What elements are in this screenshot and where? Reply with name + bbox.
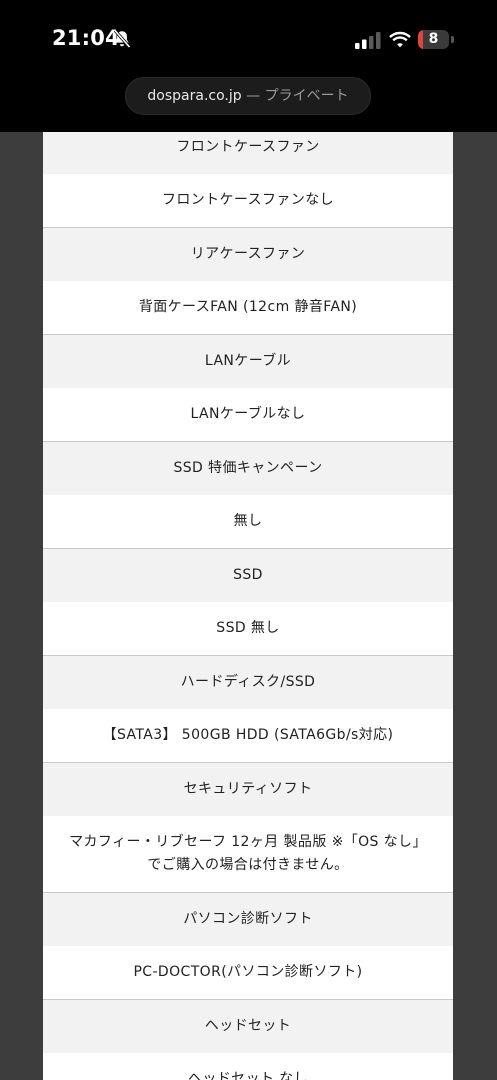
battery-cap — [451, 36, 454, 43]
spec-heading-ssd: SSD — [43, 548, 453, 602]
spec-value-label: LANケーブルなし — [190, 406, 306, 422]
address-bar[interactable]: dospara.co.jp — プライベート — [125, 77, 371, 115]
battery-level-text: 8 — [428, 31, 439, 47]
spec-value-label: PC-DOCTOR(パソコン診断ソフト) — [133, 964, 363, 980]
battery-icon: 8 — [418, 30, 449, 49]
bell-slash-icon — [113, 29, 131, 49]
spec-value-ssd: SSD 無し — [43, 602, 453, 655]
spec-value-front-case-fan: フロントケースファンなし — [43, 174, 453, 227]
address-separator: — — [241, 88, 265, 104]
spec-value-label: 背面ケースFAN (12cm 静音FAN) — [138, 299, 358, 315]
spec-heading-ssd-campaign: SSD 特価キャンペーン — [43, 441, 453, 495]
spec-value-label: マカフィー・リブセーフ 12ヶ月 製品版 ※「OS なし」でご購入の場合は付きま… — [69, 834, 427, 873]
spec-value-label: 【SATA3】 500GB HDD (SATA6Gb/s対応) — [102, 727, 394, 743]
spec-heading-label: セキュリティソフト — [183, 781, 313, 797]
private-mode-label: プライベート — [264, 88, 349, 104]
status-bar: 21:04 8 dospara.co.jp — プライベート — [0, 0, 497, 132]
spec-heading-headset: ヘッドセット — [43, 999, 453, 1053]
spec-heading-label: SSD 特価キャンペーン — [173, 460, 323, 476]
spec-heading-label: パソコン診断ソフト — [183, 911, 313, 927]
spec-value-label: フロントケースファンなし — [161, 192, 335, 208]
spec-value-lan-cable: LANケーブルなし — [43, 388, 453, 441]
spec-value-label: SSD 無し — [216, 620, 280, 636]
spec-heading-label: LANケーブル — [204, 353, 292, 369]
spec-heading-diagnostic-software: パソコン診断ソフト — [43, 892, 453, 946]
spec-heading-security-software: セキュリティソフト — [43, 762, 453, 816]
spec-value-security-software: マカフィー・リブセーフ 12ヶ月 製品版 ※「OS なし」でご購入の場合は付きま… — [43, 816, 453, 892]
spec-heading-front-case-fan: フロントケースファン — [43, 132, 453, 174]
spec-heading-label: ハードディスク/SSD — [180, 674, 316, 690]
spec-heading-rear-case-fan: リアケースファン — [43, 227, 453, 281]
spec-value-hdd-ssd: 【SATA3】 500GB HDD (SATA6Gb/s対応) — [43, 709, 453, 762]
spec-value-headset: ヘッドセット なし — [43, 1053, 453, 1080]
spec-value-label: 無し — [233, 513, 263, 529]
spec-heading-label: フロントケースファン — [176, 138, 320, 155]
clock-time: 21:04 — [52, 26, 120, 50]
spec-heading-hdd-ssd: ハードディスク/SSD — [43, 655, 453, 709]
spec-value-label: ヘッドセット なし — [187, 1071, 309, 1080]
spec-value-ssd-campaign: 無し — [43, 495, 453, 548]
spec-value-rear-case-fan: 背面ケースFAN (12cm 静音FAN) — [43, 281, 453, 334]
spec-heading-label: SSD — [233, 567, 263, 583]
address-domain: dospara.co.jp — [147, 88, 242, 104]
wifi-icon — [389, 31, 411, 48]
spec-heading-label: ヘッドセット — [204, 1018, 292, 1034]
spec-list: フロントケースファン フロントケースファンなし リアケースファン 背面ケースFA… — [43, 132, 453, 1080]
cellular-signal-icon — [355, 32, 381, 49]
battery-indicator: 8 — [418, 30, 454, 50]
spec-heading-label: リアケースファン — [190, 246, 306, 262]
spec-heading-lan-cable: LANケーブル — [43, 334, 453, 388]
spec-value-diagnostic-software: PC-DOCTOR(パソコン診断ソフト) — [43, 946, 453, 999]
